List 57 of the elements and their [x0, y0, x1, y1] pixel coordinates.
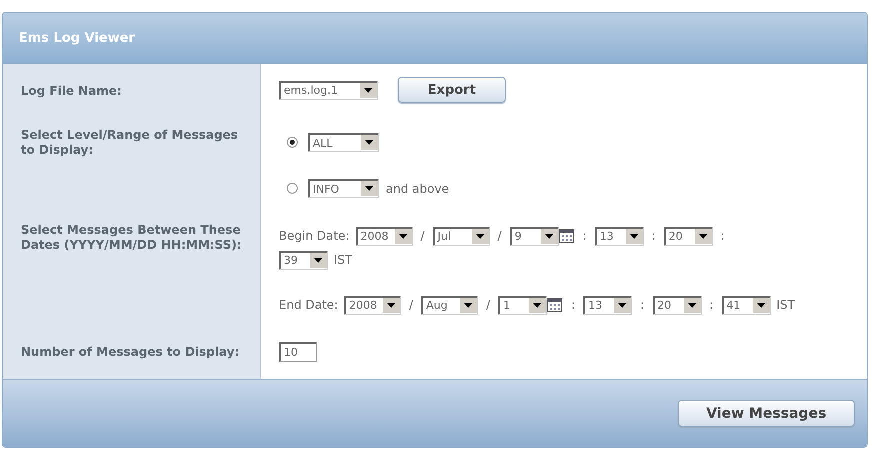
- separator: :: [639, 298, 646, 312]
- dropdown[interactable]: 2008: [344, 296, 402, 314]
- calendar-icon[interactable]: [558, 228, 575, 244]
- calendar-icon[interactable]: [547, 297, 564, 313]
- separator: :: [720, 229, 726, 243]
- radio-button[interactable]: [287, 137, 298, 148]
- caret-icon: [694, 228, 712, 244]
- separator: :: [708, 298, 715, 312]
- date-label: Begin Date:: [279, 229, 350, 243]
- caret-icon: [359, 82, 377, 98]
- caret-icon: [309, 252, 327, 268]
- caret-icon: [360, 181, 378, 196]
- separator: /: [420, 229, 426, 243]
- dropdown[interactable]: 1: [498, 296, 548, 314]
- dropdown[interactable]: Aug: [421, 296, 478, 314]
- field-label: Log File Name:: [21, 84, 123, 99]
- dropdown[interactable]: ALL: [308, 133, 379, 152]
- separator: /: [408, 298, 414, 312]
- dropdown[interactable]: 39: [279, 250, 328, 270]
- dropdown[interactable]: Jul: [432, 226, 490, 246]
- caret-icon: [682, 298, 701, 312]
- timezone-label: IST: [334, 253, 352, 267]
- date-label: End Date:: [279, 298, 338, 312]
- window-title: Ems Log Viewer: [19, 30, 136, 46]
- option-label: and above: [386, 182, 450, 196]
- caret-icon: [528, 298, 546, 312]
- dropdown[interactable]: 13: [594, 226, 644, 246]
- caret-icon: [470, 228, 489, 244]
- dropdown[interactable]: ems.log.1: [279, 80, 378, 100]
- dropdown[interactable]: 41: [722, 296, 771, 314]
- dropdown[interactable]: 20: [652, 296, 702, 314]
- separator: :: [582, 229, 588, 243]
- separator: :: [570, 298, 576, 312]
- dropdown[interactable]: 13: [583, 296, 632, 314]
- field-label: Number of Messages to Display:: [21, 345, 240, 360]
- field-label: Select Messages Between These Dates (YYYY/MM/DD HH:MM:SS):: [21, 223, 242, 253]
- dropdown[interactable]: 20: [664, 226, 713, 246]
- caret-icon: [360, 135, 378, 150]
- count-field[interactable]: 10: [279, 342, 317, 362]
- dropdown[interactable]: INFO: [308, 179, 379, 198]
- view-messages-button[interactable]: View Messages: [678, 400, 855, 427]
- separator: :: [650, 229, 657, 243]
- caret-icon: [394, 228, 412, 244]
- export-button[interactable]: Export: [398, 77, 506, 103]
- dropdown[interactable]: 2008: [356, 226, 413, 246]
- separator: /: [496, 229, 503, 243]
- caret-icon: [540, 228, 558, 244]
- timezone-label: IST: [776, 298, 796, 312]
- dropdown[interactable]: 9: [510, 226, 559, 246]
- caret-icon: [624, 228, 643, 244]
- caret-icon: [382, 298, 400, 312]
- separator: /: [485, 298, 492, 312]
- field-label: Select Level/Range of Messages to Display:: [21, 128, 240, 158]
- caret-icon: [752, 298, 770, 312]
- caret-icon: [613, 298, 632, 312]
- radio-button[interactable]: [287, 183, 298, 194]
- caret-icon: [459, 298, 478, 312]
